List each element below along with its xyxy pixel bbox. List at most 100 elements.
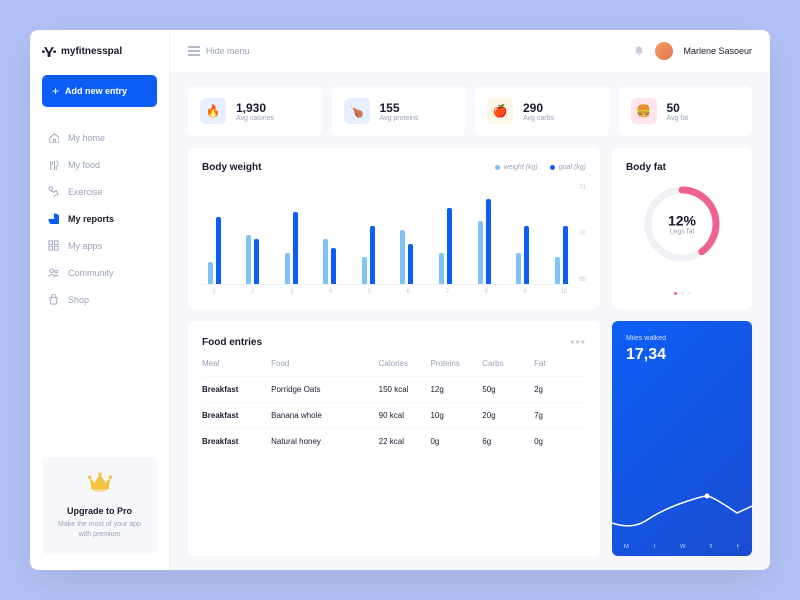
goal-bar [216, 217, 221, 285]
pager-dots[interactable] [674, 292, 691, 295]
brand-name: myfitnesspal [61, 46, 122, 57]
body-fat-value: 12% [668, 213, 696, 229]
nav-exercise[interactable]: Exercise [42, 179, 157, 204]
bar-group [476, 199, 492, 285]
weight-bar [516, 253, 521, 285]
bar-group [515, 226, 531, 285]
table-row[interactable]: BreakfastBanana whole90 kcal10g20g7g [202, 402, 586, 428]
username[interactable]: Marlene Sasoeur [683, 46, 752, 56]
col-head: Carbs [482, 359, 534, 368]
nav-reports[interactable]: My reports [42, 206, 157, 231]
hide-menu-label: Hide menu [206, 46, 250, 56]
more-icon[interactable]: ••• [570, 335, 586, 349]
exercise-icon [48, 186, 59, 197]
user-area: Marlene Sasoeur [633, 42, 752, 60]
stat-label: Avg calories [236, 115, 274, 122]
weight-bar [323, 239, 328, 284]
brand-icon [42, 47, 56, 57]
hamburger-icon [188, 46, 200, 56]
notification-icon[interactable] [633, 45, 645, 57]
content: 🔥1,930Avg calories🍗155Avg proteins🍎290Av… [170, 72, 770, 570]
x-axis: 12345678910 [202, 285, 586, 295]
nav-home[interactable]: My home [42, 125, 157, 150]
nav-food[interactable]: My food [42, 152, 157, 177]
promo-title: Upgrade to Pro [52, 506, 147, 516]
nav-shop[interactable]: Shop [42, 287, 157, 312]
food-entries-card: Food entries ••• MealFoodCaloriesProtein… [188, 321, 600, 556]
goal-bar [293, 212, 298, 284]
nav-label: My food [68, 160, 100, 170]
chart-legend: weight (kg) goal (kg) [495, 164, 586, 171]
miles-days: MTWTF [612, 544, 752, 550]
crown-icon [86, 471, 114, 493]
body-fat-card: Body fat 12% Legs fat [612, 148, 752, 309]
table-row[interactable]: BreakfastPorridge Oats150 kcal12g50g2g [202, 376, 586, 402]
col-head: Calories [379, 359, 431, 368]
bar-group [399, 230, 415, 284]
miles-label: Miles walked [626, 335, 738, 342]
day-label: M [624, 544, 629, 550]
goal-bar [254, 239, 259, 284]
bottom-row: Food entries ••• MealFoodCaloriesProtein… [188, 321, 752, 556]
apple-icon: 🍎 [487, 98, 513, 124]
apps-icon [48, 240, 59, 251]
col-head: Fat [534, 359, 586, 368]
col-head: Food [271, 359, 379, 368]
table-head: MealFoodCaloriesProteinsCarbsFat [202, 359, 586, 376]
hide-menu-toggle[interactable]: Hide menu [188, 46, 250, 56]
stat-label: Avg proteins [380, 115, 419, 122]
col-head: Meal [202, 359, 271, 368]
stat-burger: 🍔 50Avg fat [619, 86, 753, 136]
brand-logo: myfitnesspal [42, 46, 157, 57]
home-icon [48, 132, 59, 143]
main: Hide menu Marlene Sasoeur 🔥1,930Avg calo… [170, 30, 770, 570]
table-row[interactable]: BreakfastNatural honey22 kcal0g6g0g [202, 428, 586, 454]
weight-bar [246, 235, 251, 285]
day-label: W [680, 544, 686, 550]
add-entry-button[interactable]: Add new entry [42, 75, 157, 107]
weight-bar [362, 257, 367, 284]
nav-label: Community [68, 268, 114, 278]
goal-bar [331, 248, 336, 284]
day-label: T [709, 544, 713, 550]
burger-icon: 🍔 [631, 98, 657, 124]
weight-bar [478, 221, 483, 284]
weight-bar [285, 253, 290, 285]
bar-group [553, 226, 569, 285]
app-window: myfitnesspal Add new entry My home My foo… [30, 30, 770, 570]
upgrade-promo[interactable]: Upgrade to Pro Make the most of your app… [42, 457, 157, 554]
nav-apps[interactable]: My apps [42, 233, 157, 258]
stats-row: 🔥1,930Avg calories🍗155Avg proteins🍎290Av… [188, 86, 752, 136]
stat-value: 290 [523, 101, 554, 115]
day-label: T [652, 544, 656, 550]
bar-group [206, 217, 222, 285]
y-axis: 717069 [579, 185, 586, 285]
body-fat-gauge: 12% Legs fat [641, 183, 723, 265]
stat-value: 1,930 [236, 101, 274, 115]
topbar: Hide menu Marlene Sasoeur [170, 30, 770, 72]
goal-bar [370, 226, 375, 285]
goal-bar [447, 208, 452, 285]
drumstick-icon: 🍗 [344, 98, 370, 124]
body-fat-label: Legs fat [668, 229, 696, 236]
stat-value: 50 [667, 101, 689, 115]
avatar[interactable] [655, 42, 673, 60]
sidebar: myfitnesspal Add new entry My home My foo… [30, 30, 170, 570]
legend-goal: goal (kg) [559, 164, 586, 171]
stat-flame: 🔥1,930Avg calories [188, 86, 322, 136]
stat-apple: 🍎290Avg carbs [475, 86, 609, 136]
nav-label: My home [68, 133, 105, 143]
chart-bars [202, 185, 573, 285]
bar-group [245, 235, 261, 285]
nav-label: My reports [68, 214, 114, 224]
nav-label: Exercise [68, 187, 103, 197]
nav: My home My food Exercise My reports My apps C… [42, 125, 157, 312]
legend-weight: weight (kg) [504, 164, 538, 171]
nav-community[interactable]: Community [42, 260, 157, 285]
goal-bar [486, 199, 491, 285]
body-fat-title: Body fat [626, 162, 666, 173]
stat-label: Avg fat [667, 115, 689, 122]
weight-bar [400, 230, 405, 284]
bar-group [360, 226, 376, 285]
goal-bar [563, 226, 568, 285]
